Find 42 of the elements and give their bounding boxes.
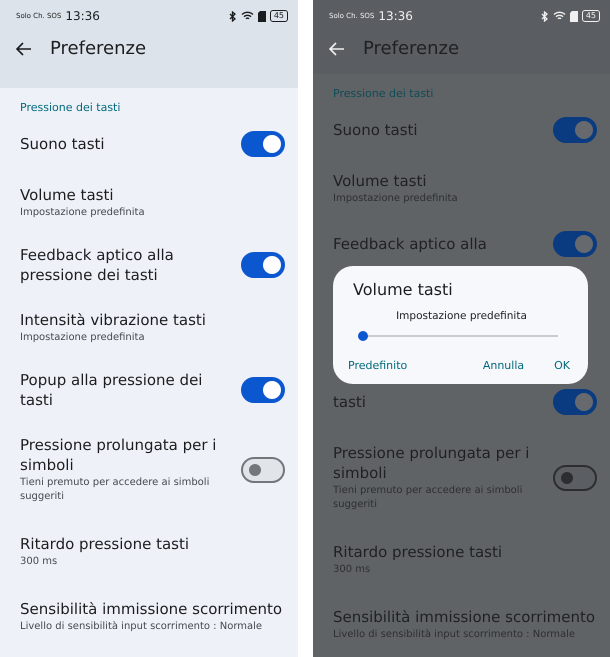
back-icon[interactable] (16, 42, 32, 56)
toggle-switch[interactable] (553, 464, 597, 490)
section-header: Pressione dei tasti (332, 87, 434, 102)
setting-title[interactable]: Suono tasti (20, 134, 233, 154)
setting-title[interactable]: Popup alla pressione dei tasti (20, 370, 233, 410)
setting-summary: Livello di sensibilità input scorrimento : Normale (20, 620, 264, 634)
wifi-icon (552, 11, 566, 21)
setting-summary: Tieni premuto per accedere ai simboli suggeriti (20, 476, 210, 504)
dialog-button[interactable]: Annulla (482, 359, 524, 372)
slider-thumb[interactable] (358, 331, 368, 341)
toggle-switch[interactable] (241, 131, 285, 157)
setting-title[interactable]: Feedback aptico alla pressione dei tasti (20, 245, 233, 285)
bluetooth-icon (540, 10, 549, 22)
status-time: 13:36 (65, 9, 100, 23)
setting-summary: Impostazione predefinita (20, 331, 146, 345)
battery-indicator: 45 (582, 10, 600, 22)
toggle-switch[interactable] (553, 117, 597, 143)
dialog-button[interactable]: OK (554, 359, 570, 372)
setting-title[interactable]: Intensità vibrazione tasti (20, 310, 285, 330)
battery-indicator: 45 (270, 10, 288, 22)
page-title: Preferenze (363, 38, 460, 59)
slider-label: Impostazione predefinita (395, 310, 528, 322)
toggle-switch[interactable] (553, 231, 597, 257)
toggle-switch[interactable] (241, 456, 285, 482)
toggle-switch[interactable] (241, 252, 285, 278)
setting-title[interactable]: Volume tasti (20, 185, 285, 205)
dialog-title: Volume tasti (353, 280, 454, 299)
setting-summary: 300 ms (20, 555, 58, 569)
status-time: 13:36 (378, 9, 413, 23)
toggle-switch[interactable] (553, 389, 597, 415)
dialog-button[interactable]: Predefinito (348, 359, 408, 372)
sim-card-icon (258, 10, 266, 22)
toggle-switch[interactable] (241, 377, 285, 403)
sim-card-icon (570, 10, 578, 22)
setting-title[interactable]: Pressione prolungata per i simboli (20, 435, 233, 475)
setting-title[interactable]: Sensibilità immissione scorrimento (20, 599, 285, 619)
setting-summary: Impostazione predefinita (20, 206, 146, 220)
bluetooth-icon (228, 10, 237, 22)
setting-title[interactable]: Ritardo pressione tasti (20, 534, 285, 554)
page-title: Preferenze (50, 38, 146, 59)
wifi-icon (240, 11, 254, 21)
section-header: Pressione dei tasti (19, 101, 122, 116)
